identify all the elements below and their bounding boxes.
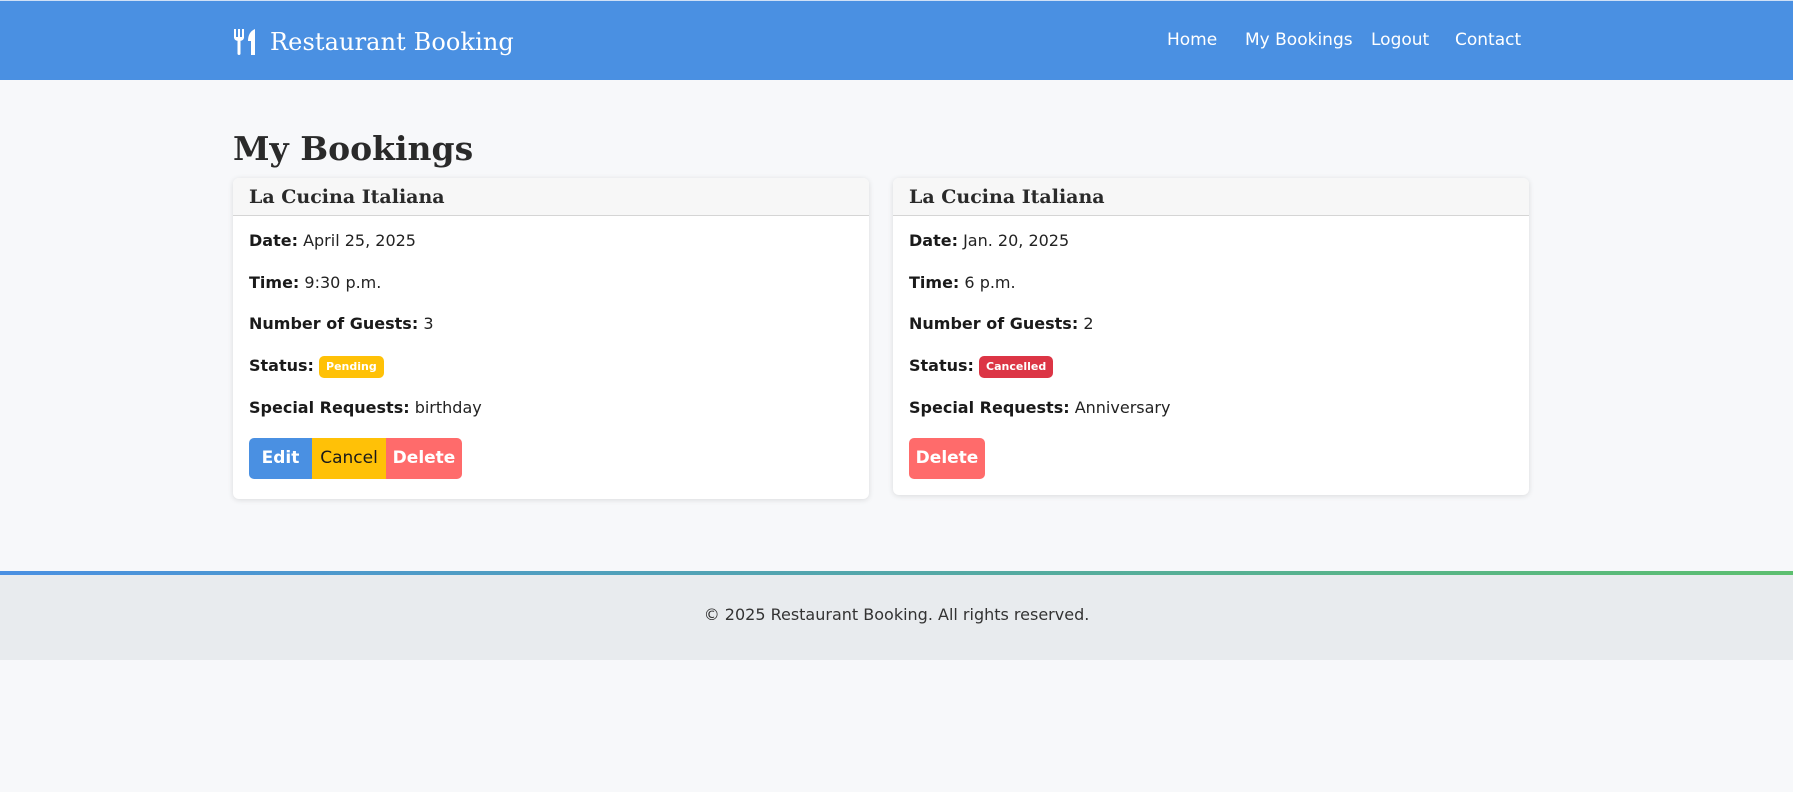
- footer: © 2025 Restaurant Booking. All rights re…: [0, 575, 1793, 660]
- delete-button[interactable]: Delete: [386, 437, 462, 479]
- booking-date: Date: April 25, 2025: [249, 230, 853, 252]
- cancel-booking-button[interactable]: Cancel: [312, 437, 386, 479]
- date-label: Date:: [249, 231, 298, 250]
- booking-date: Date: Jan. 20, 2025: [909, 230, 1513, 252]
- status-label: Status:: [249, 355, 314, 375]
- booking-actions: Delete: [909, 437, 1513, 479]
- nav-link-my-bookings[interactable]: My Bookings: [1245, 29, 1353, 51]
- booking-status: Status: Pending: [249, 355, 853, 378]
- time-value: 6 p.m.: [964, 272, 1016, 292]
- guests-label: Number of Guests:: [909, 314, 1079, 333]
- page-title: My Bookings: [233, 129, 474, 168]
- navbar: Restaurant Booking Home My Bookings Logo…: [0, 0, 1793, 80]
- booking-guests: Number of Guests: 2: [909, 313, 1513, 335]
- date-value: Jan. 20, 2025: [963, 231, 1070, 250]
- special-requests-value: birthday: [414, 398, 482, 417]
- restaurant-name: La Cucina Italiana: [909, 186, 1105, 208]
- booking-time: Time: 9:30 p.m.: [249, 272, 853, 294]
- special-requests-value: Anniversary: [1074, 398, 1171, 417]
- utensils-icon: [233, 29, 257, 55]
- booking-guests: Number of Guests: 3: [249, 313, 853, 335]
- guests-value: 3: [423, 314, 434, 333]
- nav-link-contact[interactable]: Contact: [1455, 29, 1521, 51]
- booking-special-requests: Special Requests: birthday: [249, 397, 853, 419]
- status-badge: Cancelled: [979, 355, 1054, 378]
- footer-copyright: © 2025 Restaurant Booking. All rights re…: [703, 605, 1090, 624]
- edit-button[interactable]: Edit: [249, 437, 312, 479]
- time-value: 9:30 p.m.: [304, 272, 382, 292]
- guests-value: 2: [1083, 314, 1094, 333]
- delete-button[interactable]: Delete: [909, 437, 985, 479]
- status-label: Status:: [909, 355, 974, 375]
- special-requests-label: Special Requests:: [249, 398, 410, 417]
- brand-link[interactable]: Restaurant Booking: [233, 25, 514, 59]
- card-header: La Cucina Italiana: [233, 178, 869, 216]
- special-requests-label: Special Requests:: [909, 398, 1070, 417]
- card-body: Date: Jan. 20, 2025 Time: 6 p.m. Number …: [893, 216, 1529, 479]
- booking-status: Status: Cancelled: [909, 355, 1513, 378]
- booking-actions: Edit Cancel Delete: [249, 437, 853, 479]
- card-body: Date: April 25, 2025 Time: 9:30 p.m. Num…: [233, 216, 869, 479]
- booking-card: La Cucina Italiana Date: April 25, 2025 …: [233, 178, 869, 499]
- time-label: Time:: [249, 272, 300, 292]
- date-value: April 25, 2025: [303, 231, 416, 250]
- card-header: La Cucina Italiana: [893, 178, 1529, 216]
- nav-link-home[interactable]: Home: [1167, 29, 1217, 51]
- brand-title: Restaurant Booking: [270, 28, 514, 56]
- booking-card: La Cucina Italiana Date: Jan. 20, 2025 T…: [893, 178, 1529, 495]
- booking-time: Time: 6 p.m.: [909, 272, 1513, 294]
- guests-label: Number of Guests:: [249, 314, 419, 333]
- booking-special-requests: Special Requests: Anniversary: [909, 397, 1513, 419]
- status-badge: Pending: [319, 355, 384, 378]
- restaurant-name: La Cucina Italiana: [249, 186, 445, 208]
- nav-link-logout[interactable]: Logout: [1371, 29, 1429, 51]
- date-label: Date:: [909, 231, 958, 250]
- time-label: Time:: [909, 272, 960, 292]
